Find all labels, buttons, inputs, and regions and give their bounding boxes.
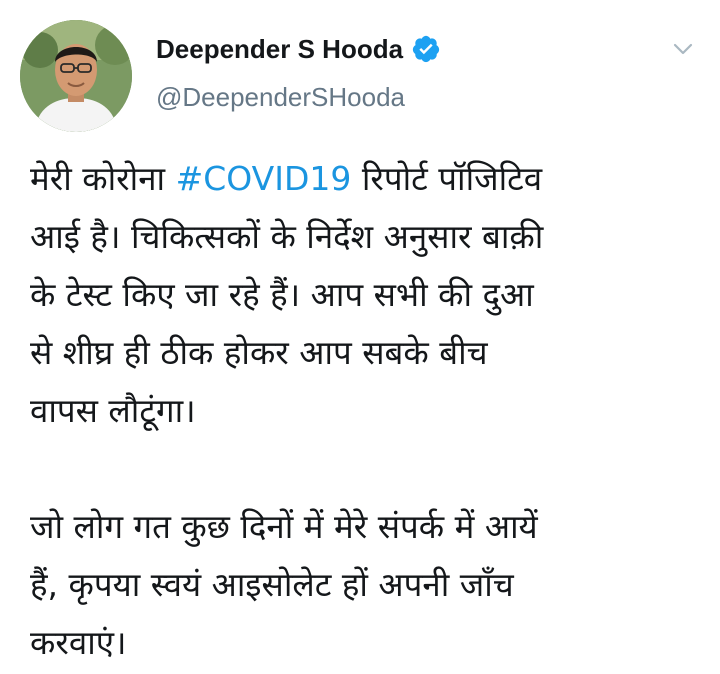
tweet-line-8: करवाएं। <box>30 623 127 662</box>
profile-photo <box>20 20 132 132</box>
tweet-line-7: हैं, कृपया स्वयं आइसोलेट हों अपनी जाँच <box>30 565 514 604</box>
tweet-line-2: आई है। चिकित्सकों के निर्देश अनुसार बाक़… <box>30 217 544 256</box>
avatar[interactable] <box>20 20 132 132</box>
verified-badge-icon <box>411 34 441 64</box>
hashtag-link[interactable]: #COVID19 <box>176 159 352 198</box>
tweet-card: Deepender S Hooda @DeependerSHooda मेरी … <box>0 0 720 674</box>
tweet-line-3: के टेस्ट किए जा रहे हैं। आप सभी की दुआ <box>30 275 534 314</box>
author-name-row: Deepender S Hooda <box>156 34 441 64</box>
tweet-line-1: मेरी कोरोना #COVID19 रिपोर्ट पॉजिटिव <box>30 159 543 198</box>
tweet-line-6: जो लोग गत कुछ दिनों में मेरे संपर्क में … <box>30 507 538 546</box>
tweet-text: मेरी कोरोना #COVID19 रिपोर्ट पॉजिटिव आई … <box>30 150 700 672</box>
display-name[interactable]: Deepender S Hooda <box>156 36 403 62</box>
tweet-line-4: से शीघ्र ही ठीक होकर आप सबके बीच <box>30 333 488 372</box>
chevron-down-icon[interactable] <box>670 36 696 62</box>
tweet-line-5: वापस लौटूंगा। <box>30 391 196 430</box>
user-handle[interactable]: @DeependerSHooda <box>156 84 405 110</box>
